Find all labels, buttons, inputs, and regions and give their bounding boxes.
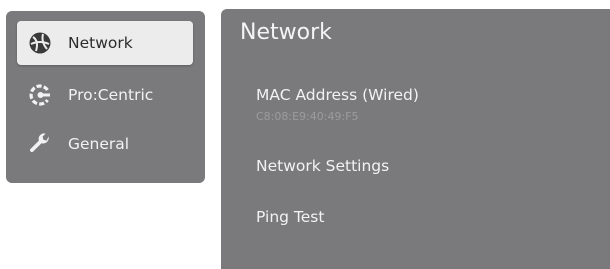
sidebar-item-label: Network	[68, 34, 133, 52]
panel-title: Network	[240, 20, 332, 45]
settings-screen: Network Pro:Centric General Network MAC …	[0, 0, 610, 269]
mac-address-item[interactable]: MAC Address (Wired)	[256, 86, 419, 104]
globe-icon	[28, 31, 52, 55]
wrench-icon	[28, 132, 52, 156]
sidebar-item-general[interactable]: General	[17, 122, 193, 166]
ping-test-item[interactable]: Ping Test	[256, 208, 324, 226]
category-sidebar: Network Pro:Centric General	[6, 11, 205, 183]
sidebar-item-label: General	[68, 135, 130, 153]
sidebar-item-label: Pro:Centric	[68, 86, 154, 104]
network-detail-panel: Network MAC Address (Wired) C8:08:E9:40:…	[221, 9, 610, 269]
procentric-icon	[28, 83, 52, 107]
sidebar-item-procentric[interactable]: Pro:Centric	[17, 73, 193, 117]
sidebar-item-network[interactable]: Network	[17, 21, 193, 65]
network-settings-item[interactable]: Network Settings	[256, 157, 389, 175]
mac-address-value: C8:08:E9:40:49:F5	[256, 110, 359, 123]
